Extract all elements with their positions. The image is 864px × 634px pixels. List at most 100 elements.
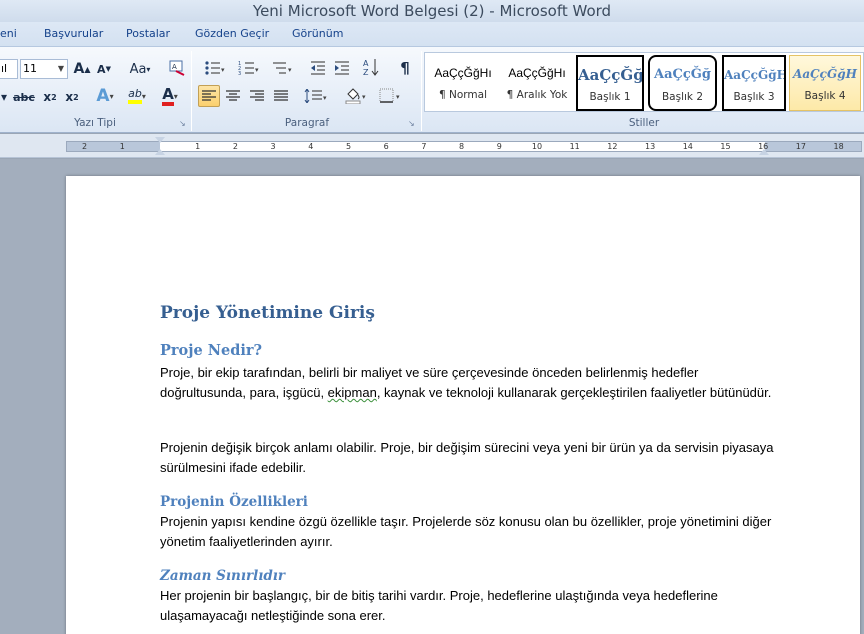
superscript-button[interactable]: x2: [62, 87, 82, 107]
change-case-button[interactable]: Aa ▾: [126, 59, 154, 79]
shading-button[interactable]: ▾: [342, 85, 372, 107]
style-sample: AaÇçĞğH: [793, 67, 857, 81]
svg-text:▾: ▾: [255, 66, 259, 74]
font-color-button[interactable]: A ▾: [156, 85, 184, 107]
style-heading-3[interactable]: AaÇçĞğH Başlık 3: [722, 55, 786, 111]
grow-font-button[interactable]: A ▲: [72, 59, 92, 79]
show-paragraph-marks-button[interactable]: ¶: [394, 57, 416, 79]
ruler-tick-label: 1: [195, 142, 201, 151]
ruler-tick-label: 11: [569, 142, 580, 151]
style-heading-4[interactable]: AaÇçĞğH Başlık 4: [789, 55, 861, 111]
underline-dropdown-icon[interactable]: ▾: [0, 87, 8, 107]
text-effects-button[interactable]: A ▾: [92, 85, 118, 107]
multilevel-list-icon: ▾: [273, 62, 292, 74]
svg-text:▾: ▾: [288, 66, 292, 74]
document-page[interactable]: Proje Yönetimine Giriş Proje Nedir? Proj…: [66, 176, 860, 634]
strikethrough-button[interactable]: abc: [12, 87, 36, 107]
svg-text:▾: ▾: [221, 66, 225, 74]
svg-text:A: A: [172, 63, 177, 71]
borders-button[interactable]: ▾: [376, 85, 406, 107]
bullet-list-icon: ▾: [205, 61, 225, 75]
sort-az-icon: AZ: [363, 59, 379, 77]
paragraph-4: Her projenin bir başlangıç, bir de bitiş…: [160, 588, 718, 623]
font-size-value: 11: [23, 62, 37, 75]
style-name: ¶ Normal: [438, 89, 487, 101]
ruler-tick-label: 6: [383, 142, 389, 151]
decrease-indent-button[interactable]: [308, 57, 328, 79]
right-indent-marker[interactable]: [759, 149, 769, 155]
align-center-button[interactable]: [222, 85, 244, 107]
ruler-tick-label: 15: [720, 142, 731, 151]
line-spacing-icon: ▾: [304, 89, 327, 103]
align-left-icon: [202, 90, 216, 101]
heading-proje-nedir: Proje Nedir?: [160, 342, 262, 359]
tab-postalar[interactable]: Postalar: [126, 27, 170, 40]
font-size-field[interactable]: 11 ▼: [20, 59, 68, 79]
multilevel-list-button[interactable]: ▾: [268, 57, 298, 79]
style-normal[interactable]: AaÇçĞğHı ¶ Normal: [427, 55, 499, 111]
ruler-tick-label: 7: [421, 142, 427, 151]
svg-text:▾: ▾: [323, 94, 327, 102]
align-left-button[interactable]: [198, 85, 220, 107]
line-spacing-button[interactable]: ▾: [302, 85, 330, 107]
tab-basvurular[interactable]: Başvurular: [44, 27, 103, 40]
style-heading-2[interactable]: AaÇçĞğ Başlık 2: [648, 55, 717, 111]
styles-gallery: AaÇçĞğHı ¶ Normal AaÇçĞğHı ¶ Aralık Yok …: [424, 52, 864, 112]
ruler-tick-label: 1: [119, 142, 125, 151]
tab-giris[interactable]: eni: [0, 27, 17, 40]
ruler-tick-label: 13: [645, 142, 656, 151]
styles-group-label: Stiller: [628, 117, 660, 129]
sort-button[interactable]: AZ: [360, 55, 382, 79]
paragraph-group-label: Paragraf: [284, 117, 330, 129]
decrease-indent-icon: [311, 61, 325, 75]
align-right-icon: [250, 90, 264, 101]
spelling-marked-word[interactable]: ekipman: [328, 385, 377, 400]
style-sample: AaÇçĞğ: [654, 67, 711, 82]
paragraph-3: Projenin yapısı kendine özgü özellikle t…: [160, 514, 772, 549]
style-sample: AaÇçĞğH: [724, 68, 784, 82]
tab-gozden-gecir[interactable]: Gözden Geçir: [195, 27, 269, 40]
ruler-tick-label: 5: [345, 142, 352, 151]
borders-icon: ▾: [379, 88, 400, 103]
align-right-button[interactable]: [246, 85, 268, 107]
ruler-tick-label: 9: [496, 142, 502, 151]
horizontal-ruler[interactable]: 2 1 1 2 3 4 5 6 7 8 9 10 11 12 13 14 15 16 17 18: [0, 134, 864, 158]
heading-projenin-ozellikleri: Projenin Özellikleri: [160, 494, 308, 510]
group-separator: [191, 51, 192, 131]
chevron-down-icon[interactable]: ▼: [58, 60, 64, 78]
numbering-button[interactable]: 1 2 3 ▾: [234, 57, 264, 79]
ribbon: ıl 11 ▼ A ▲ A ▼ Aa ▾ A ▾ abc x2 x2 A ▾ ab ▾ A…: [0, 46, 864, 133]
ribbon-tabs: eni Başvurular Postalar Gözden Geçir Gör…: [0, 22, 864, 46]
tab-gorunum[interactable]: Görünüm: [292, 27, 343, 40]
shrink-font-button[interactable]: A ▼: [94, 59, 114, 79]
font-name-field[interactable]: ıl: [0, 59, 18, 79]
font-dialog-launcher-icon[interactable]: ↘: [179, 119, 186, 128]
document-title: Proje Yönetimine Giriş: [160, 303, 375, 323]
ruler-track: 2 1 1 2 3 4 5 6 7 8 9 10 11 12 13 14 15 16 17 18: [66, 141, 862, 152]
ruler-tick-label: 4: [308, 142, 314, 151]
highlight-button[interactable]: ab ▾: [122, 85, 152, 107]
ruler-right-margin: [765, 142, 861, 151]
document-workspace: Proje Yönetimine Giriş Proje Nedir? Proj…: [0, 159, 864, 634]
style-no-spacing[interactable]: AaÇçĞğHı ¶ Aralık Yok: [501, 55, 573, 111]
clear-formatting-button[interactable]: A: [166, 57, 188, 79]
ruler-tick-label: 3: [270, 142, 276, 151]
first-line-indent-marker[interactable]: [155, 137, 165, 143]
paragraph-1: Proje, bir ekip tarafından, belirli bir …: [160, 365, 772, 400]
style-heading-1[interactable]: AaÇçĞğ Başlık 1: [576, 55, 644, 111]
paragraph-2: Projenin değişik birçok anlamı olabilir.…: [160, 440, 774, 475]
hanging-indent-marker[interactable]: [155, 149, 165, 155]
style-name: Başlık 4: [804, 90, 846, 102]
increase-indent-button[interactable]: [332, 57, 352, 79]
justify-button[interactable]: [270, 85, 292, 107]
paragraph-dialog-launcher-icon[interactable]: ↘: [408, 119, 415, 128]
window-title: Yeni Microsoft Word Belgesi (2) - Micros…: [0, 0, 864, 22]
subscript-button[interactable]: x2: [40, 87, 60, 107]
font-group-label: Yazı Tipi: [74, 117, 116, 129]
pilcrow-icon: ¶: [400, 59, 410, 77]
group-separator: [421, 51, 422, 131]
style-sample: AaÇçĞğ: [578, 66, 642, 84]
ruler-tick-label: 14: [682, 142, 693, 151]
style-sample: AaÇçĞğHı: [508, 66, 566, 80]
bullets-button[interactable]: ▾: [200, 57, 230, 79]
